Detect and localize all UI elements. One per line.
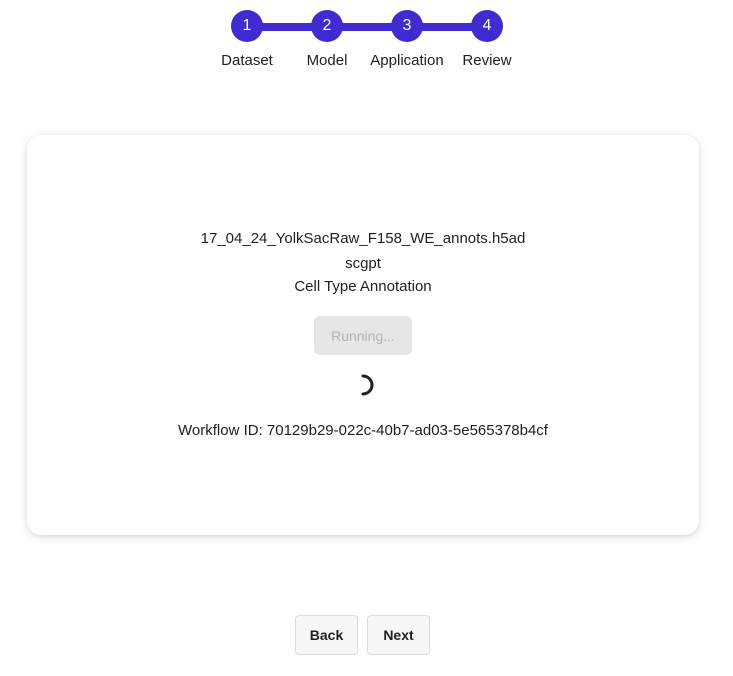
step-model[interactable]: 2 Model [287,10,367,69]
step-application[interactable]: 3 Application [367,10,447,69]
step-number-badge: 2 [311,10,343,42]
model-name: scgpt [345,255,381,272]
dataset-filename: 17_04_24_YolkSacRaw_F158_WE_annots.h5ad [200,230,526,247]
step-review[interactable]: 4 Review [447,10,527,69]
step-number-badge: 1 [231,10,263,42]
next-button[interactable]: Next [367,615,430,655]
application-name: Cell Type Annotation [294,278,432,295]
step-label: Dataset [221,52,273,69]
job-status-card: 17_04_24_YolkSacRaw_F158_WE_annots.h5ad … [27,135,699,535]
back-button[interactable]: Back [295,615,358,655]
step-dataset[interactable]: 1 Dataset [207,10,287,69]
step-number-badge: 3 [391,10,423,42]
workflow-id: Workflow ID: 70129b29-022c-40b7-ad03-5e5… [178,422,548,439]
loading-spinner-icon [361,374,374,396]
step-label: Application [370,52,444,69]
step-number-badge: 4 [471,10,503,42]
step-label: Review [462,52,512,69]
progress-stepper: 1 Dataset 2 Model 3 Application 4 Review [207,10,527,70]
running-status-button[interactable]: Running... [314,316,412,355]
step-label: Model [306,52,348,69]
